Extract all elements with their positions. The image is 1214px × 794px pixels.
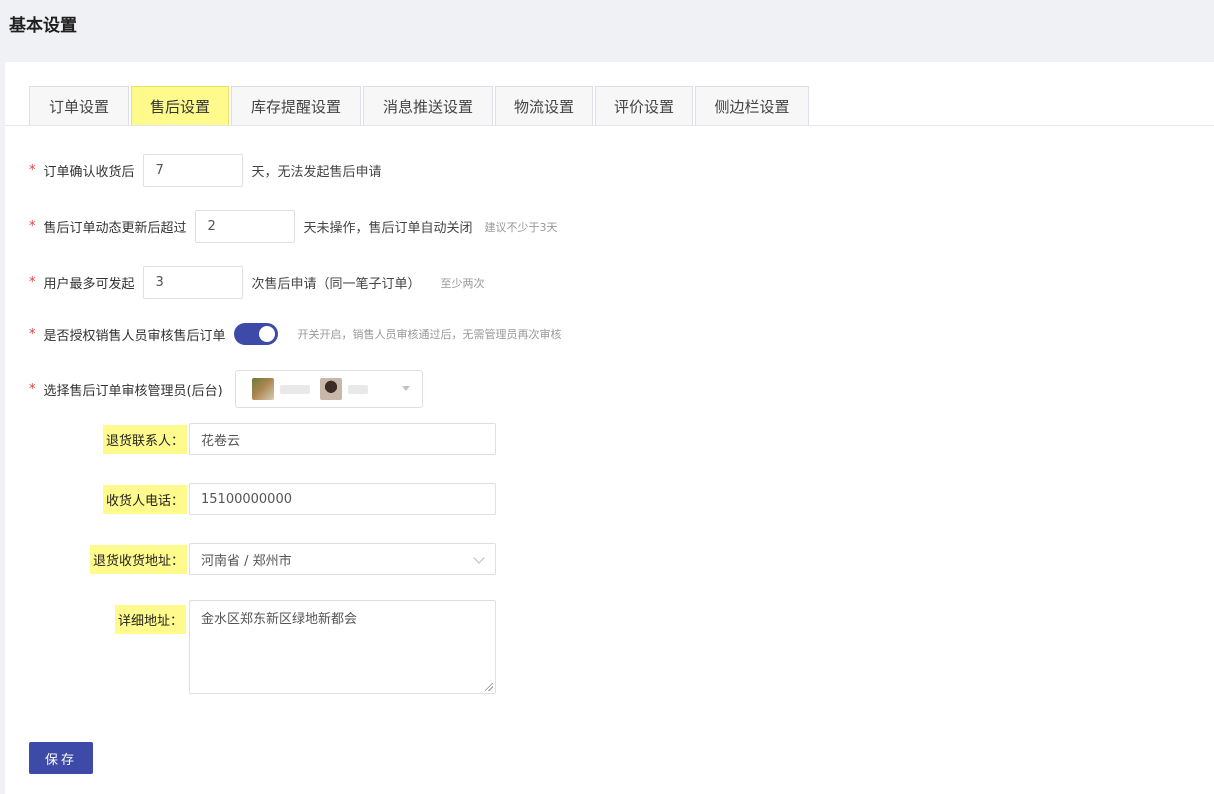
- return-address-label: 退货收货地址：: [90, 544, 188, 574]
- settings-tabs: 订单设置 售后设置 库存提醒设置 消息推送设置 物流设置 评价设置 侧边栏设置: [29, 86, 811, 126]
- chevron-down-icon: [473, 552, 485, 564]
- return-contact-label: 退货联系人：: [103, 424, 188, 454]
- tab-order-settings[interactable]: 订单设置: [29, 86, 129, 126]
- manager-chip: [319, 378, 368, 400]
- detail-address-label: 详细地址：: [115, 604, 187, 634]
- page-title: 基本设置: [9, 16, 77, 36]
- return-address-select[interactable]: 河南省 / 郑州市: [189, 543, 496, 575]
- required-mark: *: [29, 219, 36, 234]
- tab-sidebar-settings[interactable]: 侧边栏设置: [695, 86, 809, 126]
- required-mark: *: [29, 163, 36, 178]
- return-contact-label-wrap: 退货联系人：: [103, 424, 188, 454]
- caret-down-icon: [401, 386, 410, 391]
- auto-close-hint: 建议不少于3天: [484, 220, 558, 234]
- detail-address-value: 金水区郑东新区绿地新都会: [201, 612, 358, 627]
- detail-address-label-wrap: 详细地址：: [115, 604, 187, 634]
- tab-stock-reminder-settings[interactable]: 库存提醒设置: [231, 86, 361, 126]
- tab-message-push-settings[interactable]: 消息推送设置: [363, 86, 493, 126]
- max-requests-input[interactable]: 3: [142, 266, 243, 299]
- receiver-phone-label-wrap: 收货人电话：: [103, 484, 188, 514]
- confirm-receipt-label: 订单确认收货后: [43, 165, 135, 180]
- confirm-receipt-days-input[interactable]: 7: [142, 154, 243, 187]
- auto-close-label: 售后订单动态更新后超过: [43, 221, 187, 236]
- redacted-name: [347, 384, 368, 394]
- max-requests-hint: 至少两次: [440, 276, 485, 290]
- max-requests-label: 用户最多可发起: [43, 277, 135, 292]
- auto-close-row: * 售后订单动态更新后超过 2 天未操作，售后订单自动关闭 建议不少于3天: [29, 210, 558, 243]
- max-requests-row: * 用户最多可发起 3 次售后申请（同一笔子订单） 至少两次: [29, 266, 485, 299]
- authorize-sales-hint: 开关开启，销售人员审核通过后，无需管理员再次审核: [297, 328, 562, 341]
- return-address-label-wrap: 退货收货地址：: [90, 544, 188, 574]
- save-button[interactable]: 保存: [29, 742, 93, 774]
- page-header: 基本设置: [0, 0, 1214, 62]
- manager-select-label: 选择售后订单审核管理员(后台): [43, 383, 223, 399]
- authorize-sales-label: 是否授权销售人员审核售后订单: [43, 328, 226, 344]
- return-address-value: 河南省 / 郑州市: [201, 553, 292, 569]
- toggle-knob: [258, 326, 275, 342]
- avatar: [251, 378, 274, 400]
- tab-after-sales-settings[interactable]: 售后设置: [131, 86, 229, 126]
- manager-select[interactable]: [234, 370, 423, 408]
- tab-logistics-settings[interactable]: 物流设置: [495, 86, 593, 126]
- authorize-sales-row: * 是否授权销售人员审核售后订单 开关开启，销售人员审核通过后，无需管理员再次审…: [29, 323, 562, 345]
- manager-select-row: * 选择售后订单审核管理员(后台): [29, 370, 423, 408]
- required-mark: *: [29, 381, 36, 397]
- detail-address-textarea[interactable]: 金水区郑东新区绿地新都会: [189, 600, 496, 694]
- tab-review-settings[interactable]: 评价设置: [595, 86, 693, 126]
- receiver-phone-label: 收货人电话：: [103, 484, 188, 514]
- required-mark: *: [29, 275, 36, 290]
- receiver-phone-input[interactable]: 15100000000: [189, 483, 496, 515]
- auto-close-days-input[interactable]: 2: [194, 210, 295, 243]
- tabs-divider: [5, 125, 1214, 126]
- auto-close-suffix: 天未操作，售后订单自动关闭: [303, 221, 473, 236]
- required-mark: *: [29, 326, 36, 342]
- authorize-sales-toggle[interactable]: [233, 323, 278, 345]
- manager-chip: [251, 378, 310, 400]
- redacted-name: [279, 384, 310, 394]
- return-contact-input[interactable]: 花卷云: [189, 423, 496, 455]
- resize-handle-icon[interactable]: [485, 683, 493, 691]
- confirm-receipt-suffix: 天，无法发起售后申请: [251, 165, 382, 180]
- settings-card: 订单设置 售后设置 库存提醒设置 消息推送设置 物流设置 评价设置 侧边栏设置 …: [5, 62, 1214, 794]
- max-requests-suffix: 次售后申请（同一笔子订单）: [251, 277, 421, 292]
- avatar: [319, 378, 342, 400]
- confirm-receipt-row: * 订单确认收货后 7 天，无法发起售后申请: [29, 154, 382, 187]
